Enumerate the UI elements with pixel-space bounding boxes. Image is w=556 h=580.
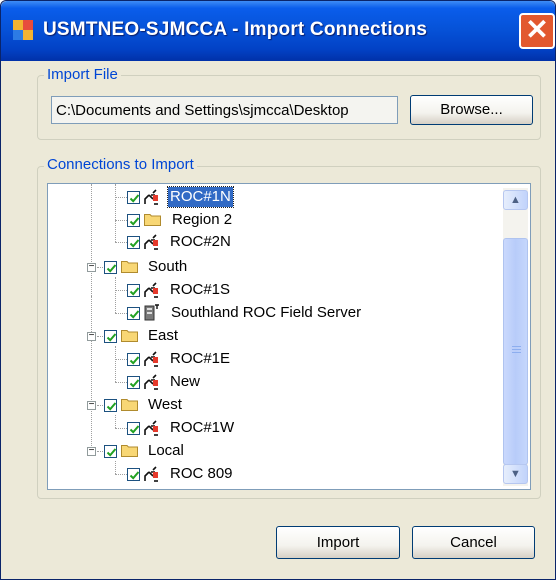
connection-icon [143,282,160,299]
tree-line [97,336,103,337]
collapse-south-expander[interactable]: − [87,262,96,272]
folder-icon [121,444,138,457]
tree-item-checkbox[interactable] [127,236,140,249]
tree-line [115,290,127,291]
tree-item-label[interactable]: ROC 809 [170,464,233,484]
tree-item-checkbox[interactable] [127,307,140,320]
import-button[interactable]: Import [276,526,400,559]
tree-item-label[interactable]: ROC#2N [170,232,231,252]
folder-icon [121,329,138,342]
connection-icon [143,351,160,368]
connections-group-label: Connections to Import [44,156,197,174]
tree-line [91,184,92,296]
thumb-grip [512,349,521,350]
tree-item-checkbox[interactable] [127,422,140,435]
tree-item-checkbox[interactable] [127,191,140,204]
tree-line [91,296,92,446]
thumb-grip [512,352,521,353]
thumb-grip [512,346,521,347]
server-icon [144,304,160,321]
tree-item-label[interactable]: Local [148,441,184,461]
connection-icon [143,374,160,391]
tree-item-checkbox[interactable] [104,261,117,274]
tree-item-label[interactable]: West [148,395,182,415]
tree-item-label[interactable]: ROC#1S [170,280,230,300]
tree-item-checkbox[interactable] [127,376,140,389]
tree-line [115,461,116,474]
cancel-button[interactable]: Cancel [412,526,535,559]
tree-item-checkbox[interactable] [127,214,140,227]
tree-line [115,359,127,360]
tree-line [97,451,103,452]
folder-icon [121,398,138,411]
tree-line [115,428,127,429]
close-icon: ✕ [525,14,549,45]
import-file-path-input[interactable] [51,96,398,124]
tree-item-label[interactable]: ROC#1E [170,349,230,369]
tree-item-label[interactable]: ROC#1N [167,186,234,208]
browse-button[interactable]: Browse... [410,95,533,125]
collapse-east-expander[interactable]: − [87,331,96,341]
tree-item-label[interactable]: New [170,372,200,392]
collapse-west-expander[interactable]: − [87,400,96,410]
tree-item-checkbox[interactable] [104,330,117,343]
close-button[interactable]: ✕ [519,13,555,49]
connection-icon [143,234,160,251]
tree-item-checkbox[interactable] [104,399,117,412]
connection-icon [143,189,160,206]
tree-item-checkbox[interactable] [104,445,117,458]
tree-item-label[interactable]: East [148,326,178,346]
tree-line [115,474,127,475]
connection-icon [143,466,160,483]
tree-line [115,382,127,383]
tree-item-label[interactable]: ROC#1W [170,418,234,438]
tree-item-checkbox[interactable] [127,353,140,366]
tree-line [115,313,127,314]
tree-line [115,277,116,313]
tree-item-label[interactable]: Region 2 [172,210,232,230]
chevron-down-icon: ▼ [510,468,521,480]
import-file-group-label: Import File [44,66,121,84]
app-icon [13,20,33,40]
import-connections-dialog: USMTNEO-SJMCCA - Import Connections ✕ Im… [0,0,556,580]
tree-line [115,220,127,221]
scroll-down-button[interactable]: ▼ [503,464,528,484]
scroll-up-button[interactable]: ▲ [503,190,528,210]
tree-line [115,415,116,428]
tree-item-label[interactable]: Southland ROC Field Server [171,303,361,323]
scroll-thumb[interactable] [503,238,528,465]
title-bar[interactable]: USMTNEO-SJMCCA - Import Connections ✕ [1,1,555,61]
tree-item-checkbox[interactable] [127,284,140,297]
collapse-local-expander[interactable]: − [87,446,96,456]
connections-tree[interactable] [47,183,531,490]
window-title: USMTNEO-SJMCCA - Import Connections [43,19,428,40]
tree-line [97,405,103,406]
tree-line [115,242,127,243]
tree-item-label[interactable]: South [148,257,187,277]
connection-icon [143,420,160,437]
tree-item-checkbox[interactable] [127,468,140,481]
tree-line [115,197,127,198]
chevron-up-icon: ▲ [510,194,521,206]
tree-vertical-scrollbar[interactable]: ▲ ▼ [503,188,528,486]
tree-line [115,184,116,242]
tree-line [115,346,116,382]
tree-line [97,267,103,268]
folder-icon [144,213,161,226]
folder-icon [121,260,138,273]
